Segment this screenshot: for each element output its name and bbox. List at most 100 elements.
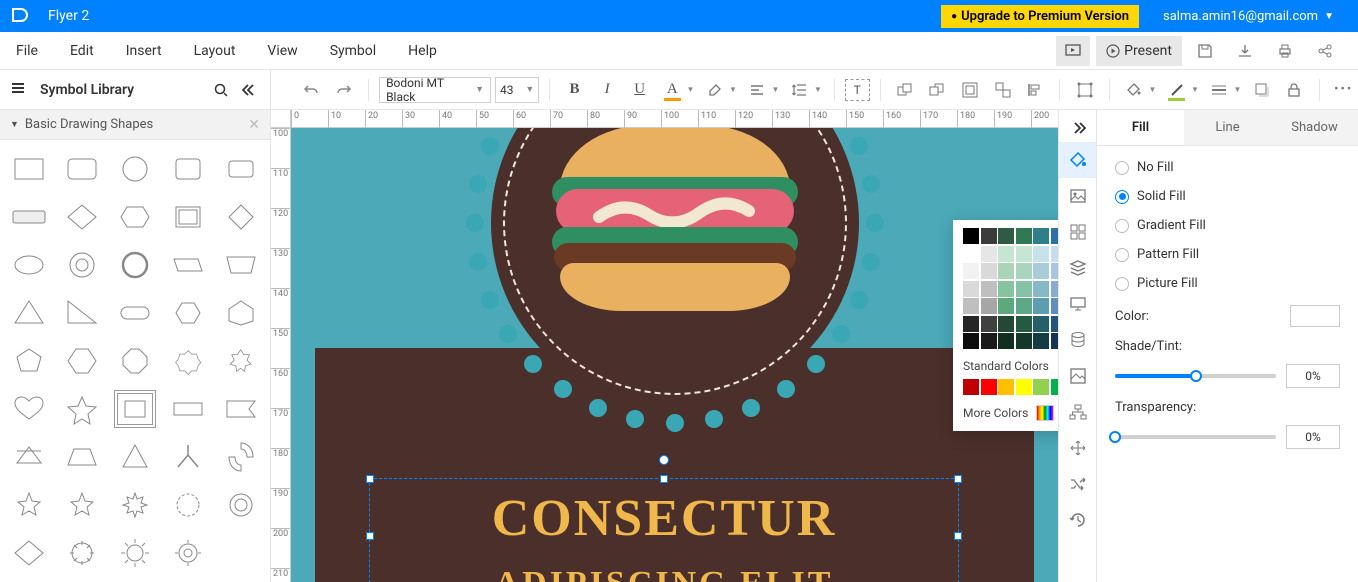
slideshow-button[interactable] — [1056, 36, 1090, 66]
radio-gradient-fill[interactable]: Gradient Fill — [1115, 218, 1340, 233]
side-presentation-icon[interactable] — [1059, 286, 1097, 322]
highlight-button[interactable] — [700, 75, 729, 105]
print-button[interactable] — [1268, 36, 1302, 66]
underline-button[interactable]: U — [625, 75, 654, 105]
present-button[interactable]: Present — [1096, 36, 1182, 66]
color-swatch[interactable] — [1051, 333, 1059, 349]
color-swatch[interactable] — [1051, 246, 1059, 262]
color-swatch[interactable] — [981, 333, 997, 349]
color-swatch[interactable] — [1016, 228, 1032, 244]
shape-item[interactable] — [4, 482, 55, 528]
shape-item[interactable] — [215, 194, 266, 240]
shape-item[interactable] — [57, 290, 108, 336]
color-swatch[interactable] — [1051, 379, 1059, 395]
line-caret[interactable]: ▼ — [1191, 85, 1199, 94]
color-swatch[interactable] — [998, 281, 1014, 297]
shade-slider[interactable] — [1115, 374, 1276, 378]
menu-layout[interactable]: Layout — [178, 43, 252, 59]
resize-handle[interactable] — [954, 475, 962, 483]
color-swatch[interactable] — [1033, 281, 1049, 297]
color-swatch[interactable] — [998, 246, 1014, 262]
text-selection[interactable]: CONSECTUR ADIPISCING ELIT — [369, 478, 959, 582]
redo-button[interactable] — [330, 75, 359, 105]
side-shuffle-icon[interactable] — [1059, 466, 1097, 502]
shape-item[interactable] — [215, 146, 266, 192]
color-swatch[interactable] — [963, 281, 979, 297]
menu-insert[interactable]: Insert — [110, 43, 178, 59]
font-color-button[interactable]: A — [658, 75, 687, 105]
color-swatch[interactable] — [1033, 298, 1049, 314]
transparency-value[interactable]: 0% — [1286, 425, 1340, 449]
bold-button[interactable]: B — [560, 75, 589, 105]
share-button[interactable] — [1308, 36, 1342, 66]
color-swatch[interactable] — [963, 228, 979, 244]
shape-item[interactable] — [162, 194, 213, 240]
font-family-select[interactable]: Bodoni MT Black▼ — [379, 77, 491, 103]
upgrade-button[interactable]: Upgrade to Premium Version — [941, 5, 1139, 28]
color-swatch[interactable] — [963, 333, 979, 349]
color-swatch[interactable] — [1033, 228, 1049, 244]
color-swatch[interactable] — [1051, 316, 1059, 332]
shapes-section-header[interactable]: ▼ Basic Drawing Shapes ✕ — [0, 110, 270, 140]
color-swatch[interactable] — [1051, 263, 1059, 279]
linestyle-caret[interactable]: ▼ — [1233, 85, 1241, 94]
color-swatch[interactable] — [963, 246, 979, 262]
radio-solid-fill[interactable]: Solid Fill — [1115, 189, 1340, 204]
color-swatch[interactable] — [1033, 263, 1049, 279]
shape-item[interactable] — [110, 338, 161, 384]
shape-item[interactable] — [162, 242, 213, 288]
shape-item[interactable] — [162, 434, 213, 480]
menu-symbol[interactable]: Symbol — [314, 43, 392, 59]
color-swatch[interactable] — [963, 263, 979, 279]
color-swatch[interactable] — [963, 379, 979, 395]
color-swatch[interactable] — [1016, 263, 1032, 279]
menu-help[interactable]: Help — [392, 43, 453, 59]
side-grid-icon[interactable] — [1059, 214, 1097, 250]
shape-item[interactable] — [57, 338, 108, 384]
shape-item[interactable] — [110, 530, 161, 576]
shape-item[interactable] — [4, 290, 55, 336]
side-fill-icon[interactable] — [1059, 142, 1097, 178]
radio-pattern-fill[interactable]: Pattern Fill — [1115, 247, 1340, 262]
shape-item[interactable] — [215, 290, 266, 336]
transparency-slider[interactable] — [1115, 435, 1276, 439]
tab-shadow[interactable]: Shadow — [1271, 110, 1358, 145]
color-swatch[interactable] — [1033, 333, 1049, 349]
color-swatch[interactable] — [998, 333, 1014, 349]
italic-button[interactable]: I — [593, 75, 622, 105]
shape-item[interactable] — [162, 530, 213, 576]
collapse-panel-icon[interactable] — [234, 82, 260, 98]
shape-item[interactable] — [215, 386, 266, 432]
align-caret[interactable]: ▼ — [771, 85, 779, 94]
tab-fill[interactable]: Fill — [1097, 110, 1184, 145]
font-size-select[interactable]: 43▼ — [495, 77, 539, 103]
bring-front-button[interactable] — [891, 75, 920, 105]
side-history-icon[interactable] — [1059, 502, 1097, 538]
shape-item[interactable] — [4, 386, 55, 432]
flyer-headline[interactable]: CONSECTUR — [370, 489, 958, 548]
color-swatch[interactable] — [998, 298, 1014, 314]
shape-item[interactable] — [162, 146, 213, 192]
shape-item[interactable] — [162, 290, 213, 336]
side-image-icon[interactable] — [1059, 178, 1097, 214]
tab-line[interactable]: Line — [1184, 110, 1271, 145]
color-swatch[interactable] — [1016, 246, 1032, 262]
highlight-caret[interactable]: ▼ — [729, 85, 737, 94]
font-color-caret[interactable]: ▼ — [687, 85, 695, 94]
color-swatch[interactable] — [1033, 379, 1049, 395]
canvas[interactable]: CONSECTUR ADIPISCING ELIT — [291, 128, 1058, 582]
color-swatch[interactable] — [963, 316, 979, 332]
color-swatch[interactable] — [981, 298, 997, 314]
shape-item[interactable] — [110, 386, 161, 432]
shape-item[interactable] — [215, 338, 266, 384]
crop-button[interactable] — [1070, 75, 1099, 105]
color-swatch[interactable] — [981, 246, 997, 262]
rotate-handle[interactable] — [659, 455, 669, 465]
shape-item[interactable] — [57, 194, 108, 240]
resize-handle[interactable] — [660, 475, 668, 483]
shape-item[interactable] — [57, 530, 108, 576]
color-swatch[interactable] — [1033, 316, 1049, 332]
shape-item[interactable] — [110, 290, 161, 336]
fill-caret[interactable]: ▼ — [1148, 85, 1156, 94]
shape-item[interactable] — [4, 530, 55, 576]
